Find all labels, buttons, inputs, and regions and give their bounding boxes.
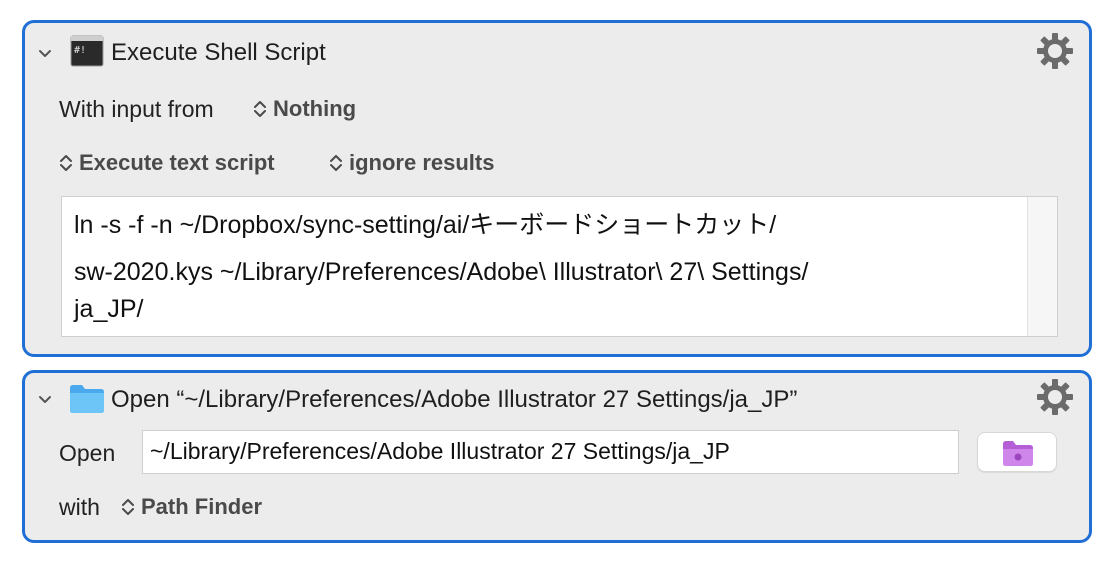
folder-icon [1003, 441, 1033, 466]
open-label: Open [59, 440, 116, 466]
gear-icon[interactable] [1035, 377, 1075, 417]
execute-shell-script-action[interactable]: #! Execute Shell Script With input from … [22, 20, 1092, 357]
updown-icon [59, 152, 73, 174]
execute-mode-popup[interactable]: Execute text script [59, 150, 275, 176]
svg-text:#!: #! [74, 45, 86, 56]
application-popup[interactable]: Path Finder [121, 494, 262, 520]
terminal-icon: #! [70, 35, 104, 72]
path-input[interactable]: ~/Library/Preferences/Adobe Illustrator … [142, 430, 959, 474]
action-title: Execute Shell Script [111, 39, 326, 66]
updown-icon [329, 152, 343, 174]
input-source-popup[interactable]: Nothing [253, 96, 356, 122]
application-value: Path Finder [141, 494, 263, 519]
action-header: #! Execute Shell Script [25, 31, 1089, 71]
results-mode-popup[interactable]: ignore results [329, 150, 494, 176]
gear-icon[interactable] [1035, 31, 1075, 71]
script-scrollbar[interactable] [1027, 197, 1057, 336]
script-line: ln -s -f -n ~/Dropbox/sync-setting/ai/キー… [74, 211, 777, 239]
chevron-down-icon[interactable] [37, 392, 53, 408]
with-label: with [59, 494, 100, 520]
choose-folder-button[interactable] [977, 432, 1057, 472]
action-title: Open “~/Library/Preferences/Adobe Illust… [111, 386, 798, 413]
updown-icon [253, 98, 267, 120]
action-header: Open “~/Library/Preferences/Adobe Illust… [25, 379, 1089, 419]
input-from-label: With input from [59, 96, 214, 122]
folder-icon [68, 382, 106, 419]
script-text-area[interactable]: ln -s -f -n ~/Dropbox/sync-setting/ai/キー… [61, 196, 1058, 337]
script-line: sw-2020.kys ~/Library/Preferences/Adobe\… [74, 258, 809, 286]
execute-mode-value: Execute text script [79, 150, 275, 175]
updown-icon [121, 496, 135, 518]
input-source-value: Nothing [273, 96, 357, 121]
results-mode-value: ignore results [349, 150, 495, 175]
open-file-action[interactable]: Open “~/Library/Preferences/Adobe Illust… [22, 370, 1092, 543]
script-line: ja_JP/ [74, 295, 144, 323]
chevron-down-icon[interactable] [37, 46, 53, 62]
